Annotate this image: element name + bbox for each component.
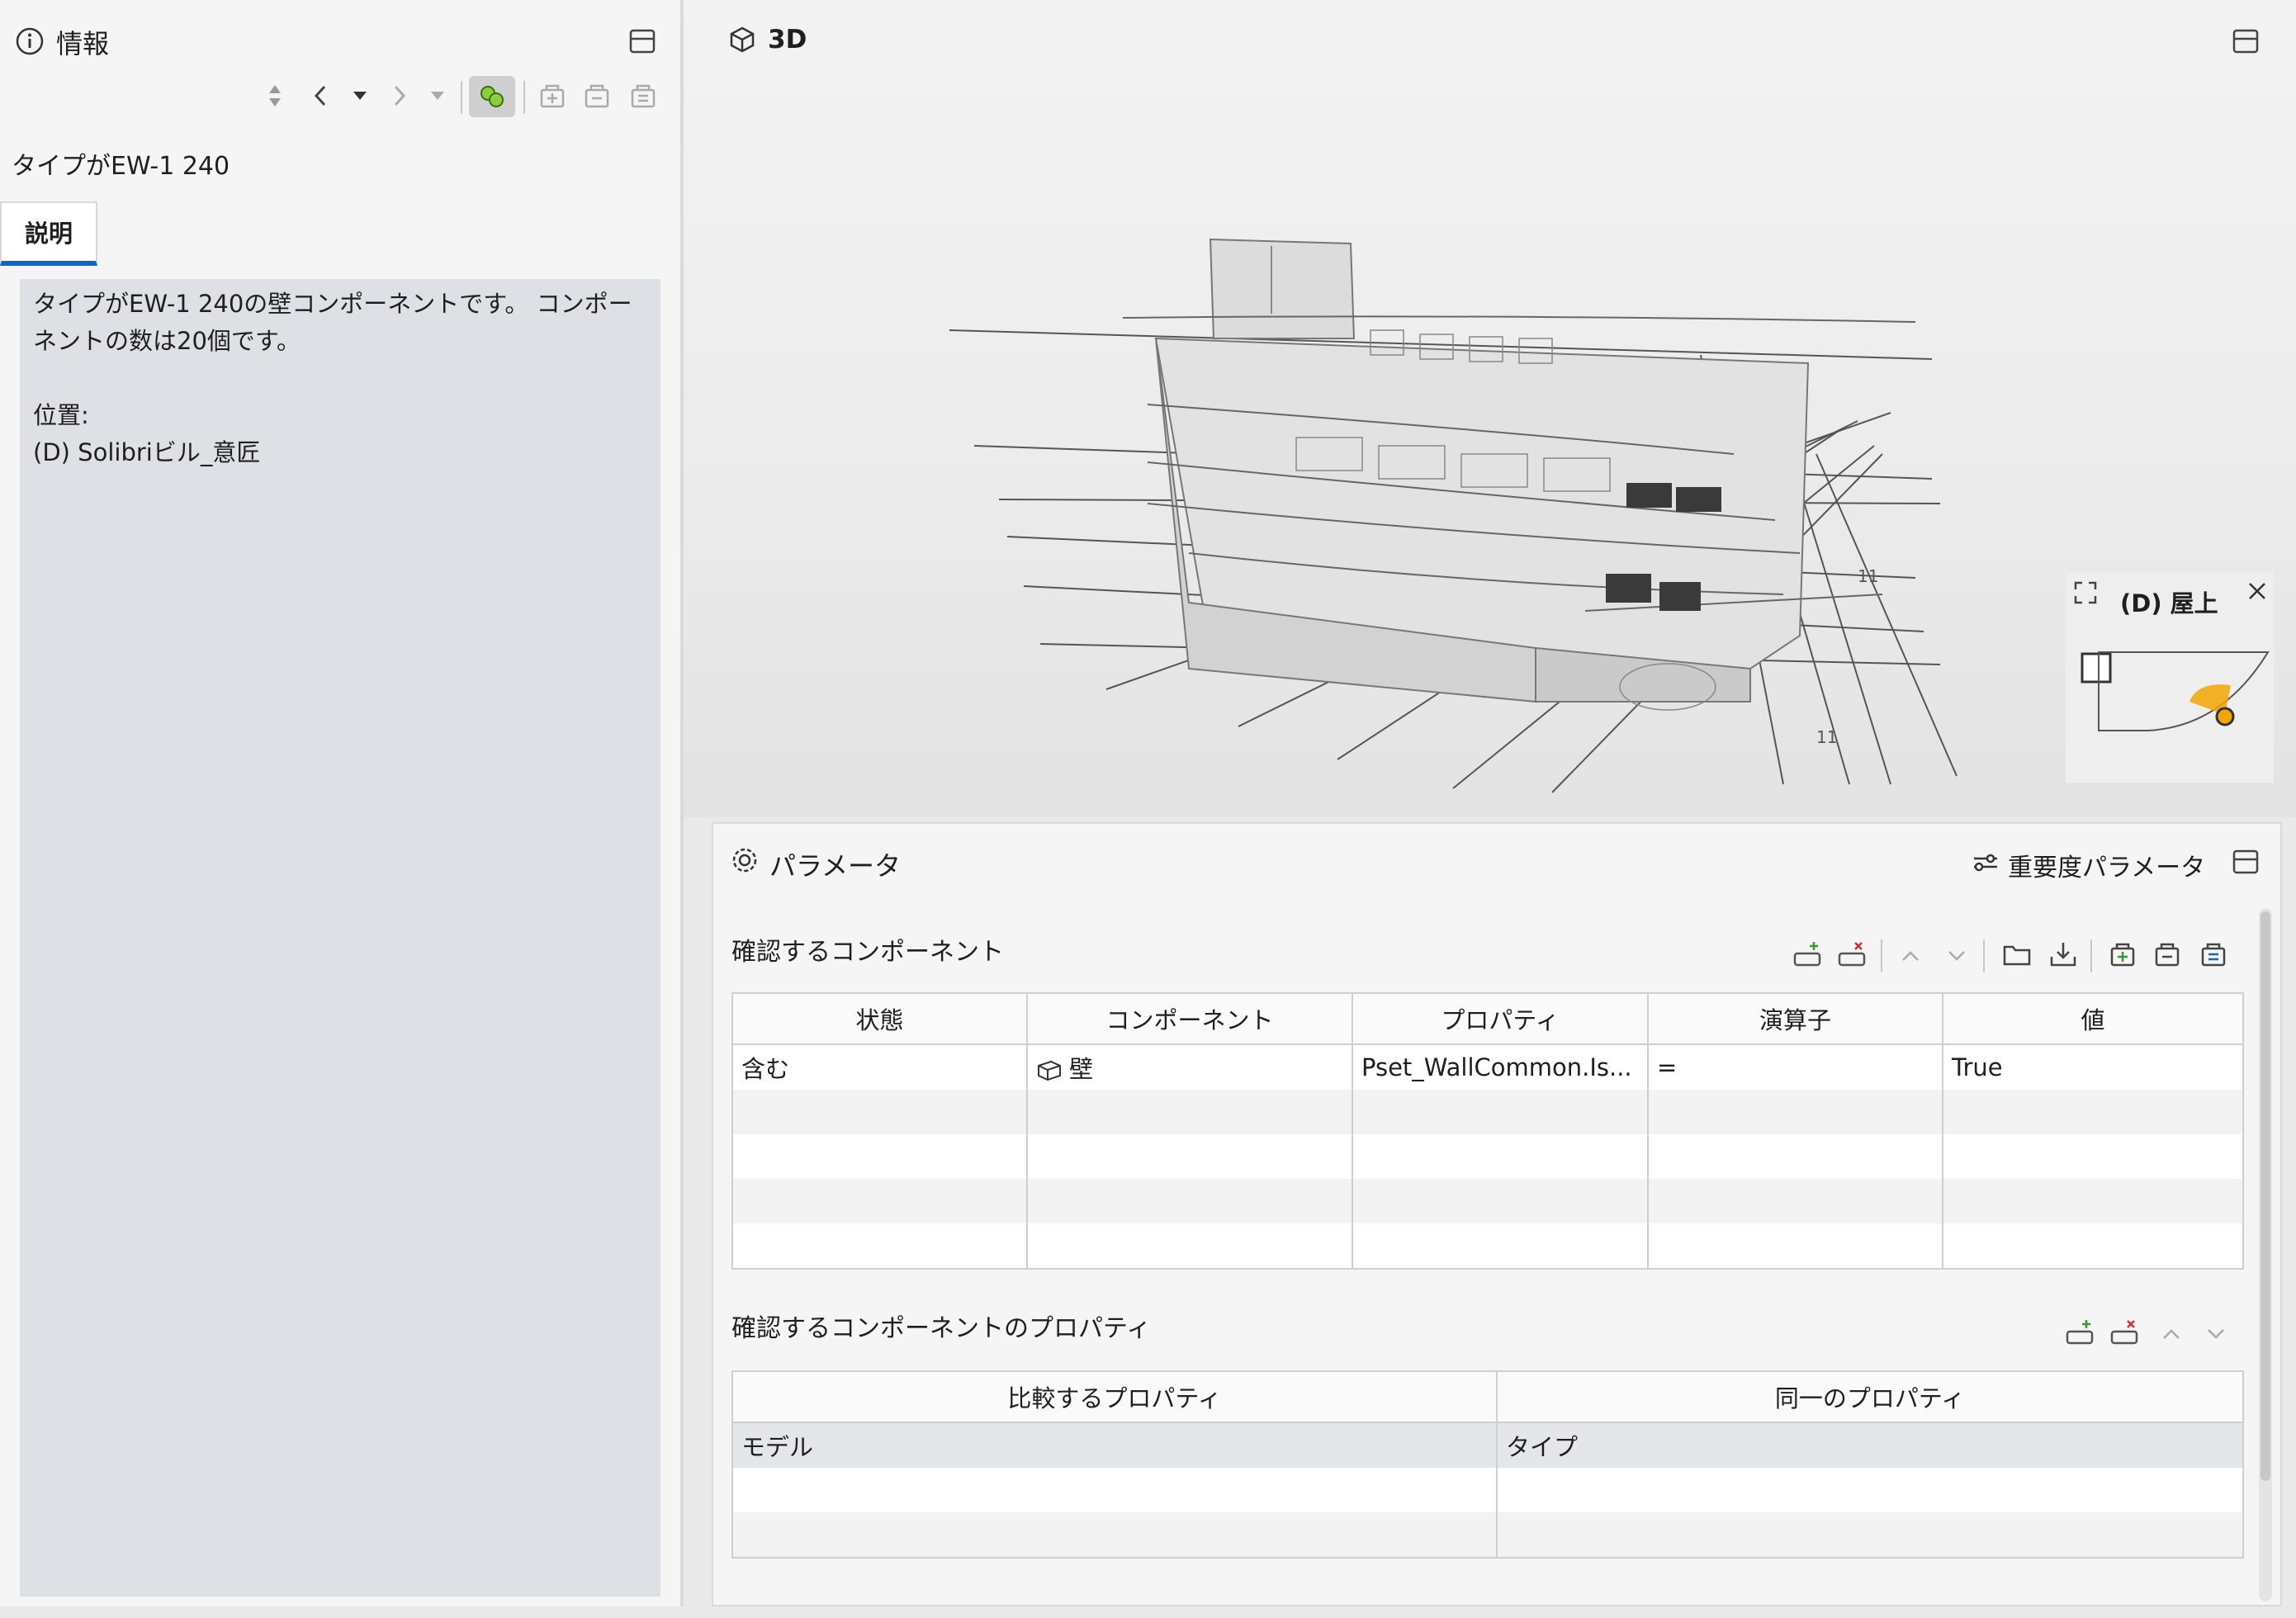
compare-property-cell[interactable]: モデル — [731, 1422, 1498, 1468]
back-history-dropdown-icon[interactable] — [347, 79, 373, 112]
state-cell[interactable]: 含む — [731, 1044, 1028, 1090]
maximize-panel-icon[interactable] — [624, 23, 660, 59]
column-header-value[interactable]: 値 — [1942, 992, 2244, 1045]
maximize-panel-icon[interactable] — [2227, 844, 2264, 880]
toolbar-separator — [1881, 939, 1882, 972]
column-header-same-property[interactable]: 同一のプロパティ — [1496, 1370, 2244, 1423]
empty-row — [731, 1512, 2244, 1559]
add-to-basket-icon[interactable] — [2105, 936, 2140, 972]
set-basket-icon[interactable] — [2196, 936, 2231, 972]
scrollbar-thumb[interactable] — [2260, 911, 2270, 1481]
minimap-plan[interactable] — [2074, 644, 2272, 751]
operator-cell[interactable]: = — [1647, 1044, 1943, 1090]
add-to-basket-icon[interactable] — [535, 78, 570, 114]
remove-row-icon[interactable] — [2107, 1314, 2142, 1351]
remove-row-icon[interactable] — [1834, 936, 1869, 972]
info-icon — [13, 25, 46, 58]
toolbar-separator — [461, 81, 462, 114]
value-cell[interactable]: True — [1942, 1044, 2244, 1090]
column-header-state[interactable]: 状態 — [731, 992, 1028, 1045]
empty-row — [731, 1223, 2244, 1270]
wall-icon — [1036, 1059, 1063, 1082]
import-icon[interactable] — [2046, 936, 2081, 972]
components-table: 状態 コンポーネント プロパティ 演算子 値 含む 壁 Pset_WallCom… — [731, 992, 2244, 1270]
empty-row — [731, 1134, 2244, 1179]
empty-row — [731, 1179, 2244, 1223]
column-header-compare-property[interactable]: 比較するプロパティ — [731, 1370, 1498, 1423]
sliders-icon[interactable] — [1968, 847, 2003, 878]
building-3d-model[interactable]: 11 11 — [908, 206, 2064, 817]
gear-icon — [728, 844, 761, 877]
remove-from-basket-icon[interactable] — [580, 78, 614, 114]
move-up-icon[interactable] — [1896, 939, 1925, 972]
same-property-cell[interactable]: タイプ — [1496, 1422, 2244, 1468]
importance-parameters-button[interactable]: 重要度パラメータ — [2008, 847, 2205, 883]
parameters-title: パラメータ — [769, 850, 902, 882]
move-down-icon[interactable] — [1942, 939, 1972, 972]
table-row[interactable]: モデル タイプ — [731, 1422, 2244, 1468]
move-up-icon[interactable] — [2156, 1318, 2186, 1351]
maximize-panel-icon[interactable] — [2227, 23, 2264, 59]
property-cell[interactable]: Pset_WallCommon.Is... — [1352, 1044, 1649, 1090]
expand-icon[interactable] — [2071, 578, 2100, 608]
3d-view-title: 3D — [768, 25, 807, 54]
tab-description[interactable]: 説明 — [0, 201, 97, 266]
remove-from-basket-icon[interactable] — [2150, 936, 2185, 972]
column-header-operator[interactable]: 演算子 — [1647, 992, 1943, 1045]
toolbar-separator — [2090, 939, 2092, 972]
add-row-icon[interactable] — [2062, 1314, 2097, 1351]
set-basket-icon[interactable] — [626, 78, 660, 114]
grid-label: 11 — [1816, 727, 1837, 747]
selection-filter-toggle-icon[interactable] — [469, 76, 515, 117]
column-header-component[interactable]: コンポーネント — [1026, 992, 1353, 1045]
add-row-icon[interactable] — [1790, 936, 1825, 972]
component-cell[interactable]: 壁 — [1026, 1044, 1353, 1090]
properties-section-title: 確認するコンポーネントのプロパティ — [731, 1314, 1152, 1343]
sort-updown-icon[interactable] — [263, 79, 287, 112]
folder-icon[interactable] — [2000, 936, 2034, 972]
selected-component-title: タイプがEW-1 240 — [12, 152, 230, 181]
components-section-title: 確認するコンポーネント — [731, 938, 1004, 967]
grid-label: 11 — [1858, 566, 1878, 586]
empty-row — [731, 1468, 2244, 1512]
empty-row — [731, 1090, 2244, 1134]
toolbar-separator — [1983, 939, 1985, 972]
description-text: タイプがEW-1 240の壁コンポーネントです。 コンポー ネントの数は20個で… — [20, 279, 660, 1597]
column-header-property[interactable]: プロパティ — [1352, 992, 1649, 1045]
properties-table: 比較するプロパティ 同一のプロパティ モデル タイプ — [731, 1370, 2244, 1559]
minimap-floor-label: (D) 屋上 — [2120, 589, 2218, 617]
forward-icon[interactable] — [386, 79, 413, 112]
component-name: 壁 — [1069, 1055, 1094, 1083]
toolbar-separator — [523, 81, 525, 114]
close-icon[interactable] — [2244, 578, 2270, 604]
table-row[interactable]: 含む 壁 Pset_WallCommon.Is... = True — [731, 1044, 2244, 1090]
info-panel-title: 情報 — [56, 28, 110, 59]
back-icon[interactable] — [307, 79, 334, 112]
3d-cube-icon — [725, 23, 760, 56]
forward-history-dropdown-icon[interactable] — [424, 79, 451, 112]
move-down-icon[interactable] — [2201, 1318, 2231, 1351]
